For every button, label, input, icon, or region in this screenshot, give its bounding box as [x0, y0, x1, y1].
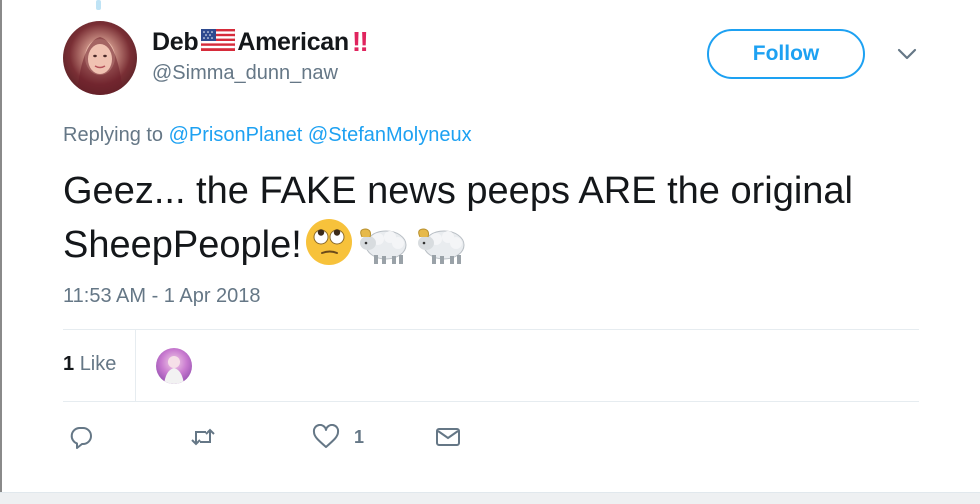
follow-button[interactable]: Follow [707, 29, 865, 79]
likes-count: 1 [63, 353, 75, 375]
author-name-row[interactable]: Deb American ‼ [152, 26, 369, 58]
retweet-button[interactable] [189, 424, 217, 450]
tweet-timestamp[interactable]: 11:53 AM - 1 Apr 2018 [63, 285, 261, 308]
us-flag-icon [201, 28, 236, 56]
tweet-text: Geez... the FAKE news peeps ARE the orig… [63, 166, 923, 281]
like-button[interactable]: 1 [312, 424, 364, 450]
reply-icon [68, 424, 94, 450]
likes-label: Like [79, 353, 117, 375]
divider [63, 401, 919, 402]
reply-button[interactable] [68, 424, 94, 450]
direct-message-button[interactable] [435, 424, 461, 450]
thread-connector [96, 0, 101, 10]
ram-icon [356, 221, 412, 281]
face-with-rolling-eyes-icon [304, 217, 354, 281]
bottom-border [0, 492, 980, 504]
author-display-name-part1[interactable]: Deb [152, 28, 199, 57]
double-exclamation-icon: ‼ [351, 26, 369, 57]
mention-link[interactable]: @StefanMolyneux [308, 124, 472, 146]
replying-to: Replying to @PrisonPlanet @StefanMolyneu… [63, 124, 472, 147]
window-left-edge [0, 0, 2, 503]
mention-link[interactable]: @PrisonPlanet [169, 124, 303, 146]
envelope-icon [435, 424, 461, 450]
divider [63, 329, 919, 330]
chevron-down-icon[interactable] [896, 46, 918, 62]
heart-icon [312, 424, 340, 450]
author-display-name-part2[interactable]: American [237, 28, 349, 57]
liker-avatar[interactable] [156, 348, 192, 384]
replying-to-label: Replying to [63, 124, 164, 146]
stats-separator [135, 330, 136, 401]
author-handle[interactable]: @Simma_dunn_naw [152, 62, 338, 85]
author-avatar[interactable] [63, 21, 137, 95]
likes-stat[interactable]: 1 Like [63, 353, 116, 376]
like-count: 1 [354, 426, 365, 447]
retweet-icon [189, 424, 217, 450]
ram-icon [414, 221, 470, 281]
